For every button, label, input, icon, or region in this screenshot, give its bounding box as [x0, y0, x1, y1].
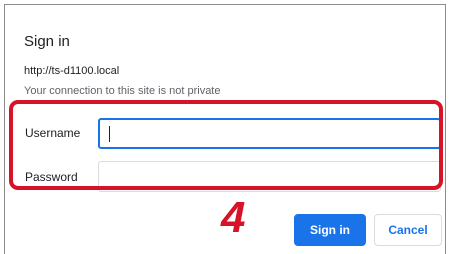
credentials-highlight-box — [9, 100, 443, 190]
site-url: http://ts-d1100.local — [24, 65, 120, 77]
cancel-button[interactable]: Cancel — [374, 214, 442, 246]
step-number-annotation: 4 — [221, 193, 246, 242]
privacy-notice: Your connection to this site is not priv… — [24, 85, 221, 97]
dialog-title: Sign in — [24, 33, 70, 50]
sign-in-button[interactable]: Sign in — [294, 214, 366, 246]
